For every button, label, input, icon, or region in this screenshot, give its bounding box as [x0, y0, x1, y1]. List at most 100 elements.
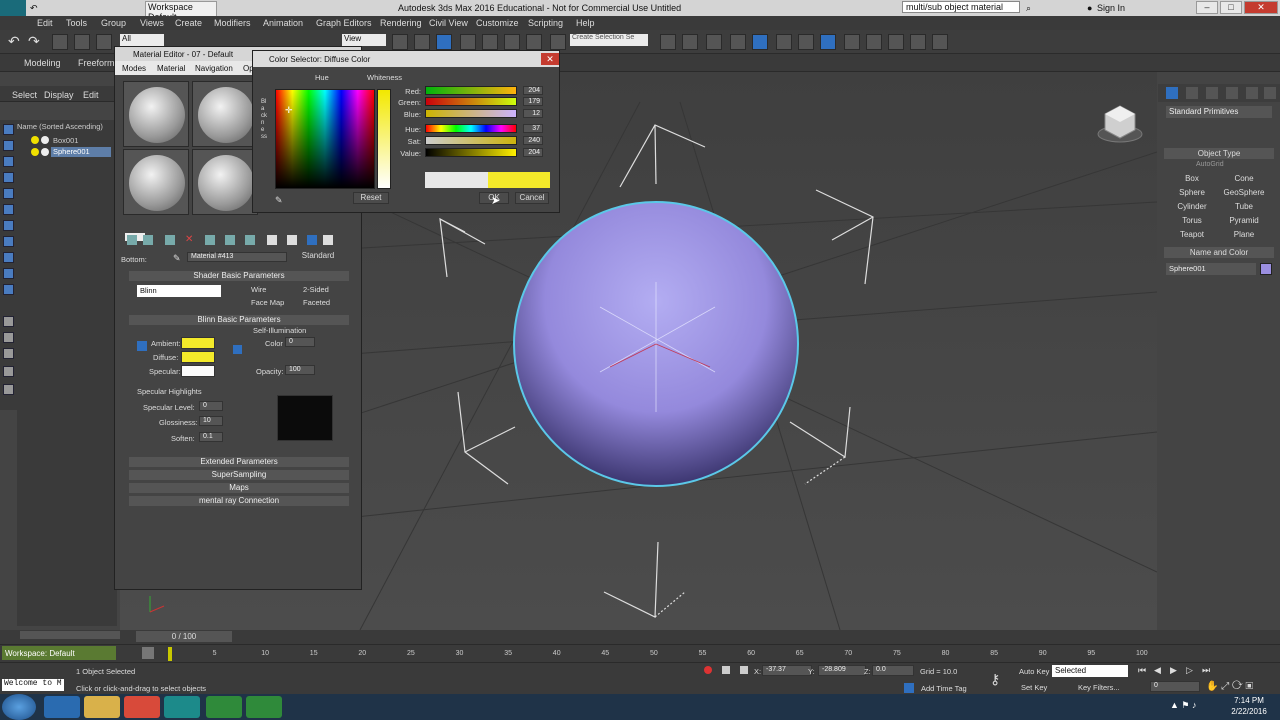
- go-to-parent-icon[interactable]: [307, 235, 317, 245]
- viewport-navigation-controls[interactable]: ✋ ⤢ ⟳ ▣: [1206, 681, 1276, 693]
- menu-create[interactable]: Create: [175, 18, 202, 28]
- graphite-toggle-icon[interactable]: [730, 34, 746, 50]
- red-spinner[interactable]: 204: [523, 86, 543, 95]
- percent-snap-icon[interactable]: [504, 34, 520, 50]
- tube-button[interactable]: Tube: [1218, 201, 1270, 213]
- specular-level-spinner[interactable]: 0: [199, 401, 223, 411]
- spinner-snap-icon[interactable]: [526, 34, 542, 50]
- object-type-rollout[interactable]: Object Type: [1164, 148, 1274, 159]
- cylinder-button[interactable]: Cylinder: [1166, 201, 1218, 213]
- create-tab-icon[interactable]: [1166, 87, 1178, 99]
- material-type-button[interactable]: Standard: [293, 251, 343, 263]
- sphere-button[interactable]: Sphere: [1166, 187, 1218, 199]
- file-explorer-icon[interactable]: [84, 696, 120, 718]
- teapot-button[interactable]: Teapot: [1166, 229, 1218, 241]
- current-frame-field[interactable]: 0: [1150, 681, 1200, 692]
- track-bar[interactable]: Workspace: Default 5 10 15 20 25 30 35 40 45 50 55…: [0, 644, 1280, 662]
- ribbon-tab-freeform[interactable]: Freeform: [78, 58, 115, 68]
- snap-toggle-icon[interactable]: [460, 34, 476, 50]
- green-slider[interactable]: [425, 97, 517, 106]
- scene-item-box001[interactable]: Box001: [53, 136, 78, 145]
- self-illum-color-checkbox[interactable]: Color: [265, 339, 283, 348]
- render-toggle-icon[interactable]: [41, 136, 49, 144]
- schematic-view-icon[interactable]: [776, 34, 792, 50]
- menu-views[interactable]: Views: [140, 18, 164, 28]
- go-to-start-icon[interactable]: ⏮: [1138, 665, 1146, 676]
- layer-manager-icon[interactable]: [706, 34, 722, 50]
- undo-icon[interactable]: ↶: [8, 34, 24, 50]
- edit-named-sets-icon[interactable]: [550, 34, 566, 50]
- selection-filter-dropdown[interactable]: All: [120, 34, 164, 46]
- y-coordinate-field[interactable]: -28.809: [818, 665, 866, 676]
- object-name-field[interactable]: Sphere001: [1166, 263, 1256, 275]
- minimize-button[interactable]: –: [1196, 1, 1218, 14]
- align-icon[interactable]: [682, 34, 698, 50]
- menu-graph-editors[interactable]: Graph Editors: [316, 18, 372, 28]
- isolate-icon[interactable]: [704, 666, 712, 674]
- material-name-field[interactable]: Material #413: [187, 252, 287, 262]
- clock-time[interactable]: 7:14 PM: [1226, 696, 1272, 705]
- blue-spinner[interactable]: 12: [523, 109, 543, 118]
- put-to-library-icon[interactable]: [165, 235, 175, 245]
- show-end-result-icon[interactable]: [287, 235, 297, 245]
- go-forward-sibling-icon[interactable]: [323, 235, 333, 245]
- mental-ray-connection-rollout[interactable]: mental ray Connection: [129, 496, 349, 506]
- opacity-spinner[interactable]: 100: [285, 365, 315, 375]
- render-setup-icon[interactable]: [820, 34, 836, 50]
- clock-date[interactable]: 2/22/2016: [1226, 707, 1272, 716]
- internet-explorer-icon[interactable]: [44, 696, 80, 718]
- cancel-button[interactable]: Cancel: [515, 192, 549, 204]
- filter-bones-icon[interactable]: [3, 252, 14, 263]
- soften-spinner[interactable]: 0.1: [199, 432, 223, 442]
- material-editor-icon[interactable]: [798, 34, 814, 50]
- menu-modifiers[interactable]: Modifiers: [214, 18, 251, 28]
- menu-edit[interactable]: Edit: [37, 18, 53, 28]
- menu-animation[interactable]: Animation: [263, 18, 303, 28]
- mirror-icon[interactable]: [660, 34, 676, 50]
- filter-shapes-icon[interactable]: [3, 140, 14, 151]
- app-logo-icon[interactable]: [0, 0, 26, 16]
- track-bar-scroll[interactable]: [20, 631, 120, 639]
- render-in-cloud-icon[interactable]: [910, 34, 926, 50]
- link-icon[interactable]: [52, 34, 68, 50]
- menu-scripting[interactable]: Scripting: [528, 18, 563, 28]
- geosphere-button[interactable]: GeoSphere: [1218, 187, 1270, 199]
- user-icon[interactable]: ●: [1087, 3, 1092, 13]
- maximize-button[interactable]: □: [1220, 1, 1242, 14]
- absolute-mode-icon[interactable]: [740, 666, 748, 674]
- menu-tools[interactable]: Tools: [66, 18, 87, 28]
- lock-selection-icon[interactable]: [722, 666, 730, 674]
- make-unique-icon[interactable]: [205, 235, 215, 245]
- set-key-button[interactable]: Set Key: [1021, 683, 1047, 692]
- go-to-end-icon[interactable]: ⏭: [1202, 665, 1210, 676]
- value-spinner[interactable]: 204: [523, 148, 543, 157]
- object-color-swatch[interactable]: [1260, 263, 1272, 275]
- material-effects-icon[interactable]: [245, 235, 255, 245]
- select-manipulate-icon[interactable]: [414, 34, 430, 50]
- sample-slot-1[interactable]: [123, 81, 189, 147]
- start-button[interactable]: [2, 694, 36, 720]
- menu-material[interactable]: Material: [157, 64, 185, 73]
- display-none-icon[interactable]: [3, 332, 14, 343]
- menu-rendering[interactable]: Rendering: [380, 18, 422, 28]
- filter-lights-icon[interactable]: [3, 156, 14, 167]
- undo-icon[interactable]: ↶: [30, 3, 38, 14]
- eyedropper-icon[interactable]: ✎: [173, 253, 183, 263]
- plane-button[interactable]: Plane: [1218, 229, 1270, 241]
- sat-slider[interactable]: [425, 136, 517, 145]
- assign-material-icon[interactable]: [143, 235, 153, 245]
- sample-slot-4[interactable]: [192, 149, 258, 215]
- reset-button[interactable]: Reset: [353, 192, 389, 204]
- filter-containers-icon[interactable]: [3, 268, 14, 279]
- lock-ambient-diffuse-icon[interactable]: [137, 341, 147, 351]
- menu-customize[interactable]: Customize: [476, 18, 519, 28]
- motion-tab-icon[interactable]: [1226, 87, 1238, 99]
- render-production-icon[interactable]: [866, 34, 882, 50]
- pyramid-button[interactable]: Pyramid: [1218, 215, 1270, 227]
- ribbon-tab-modeling[interactable]: Modeling: [24, 58, 61, 68]
- curve-editor-icon[interactable]: [752, 34, 768, 50]
- menu-help[interactable]: Help: [576, 18, 595, 28]
- self-illum-value-spinner[interactable]: 0: [285, 337, 315, 347]
- render-iterative-icon[interactable]: [888, 34, 904, 50]
- scene-column-header[interactable]: Name (Sorted Ascending): [17, 122, 117, 132]
